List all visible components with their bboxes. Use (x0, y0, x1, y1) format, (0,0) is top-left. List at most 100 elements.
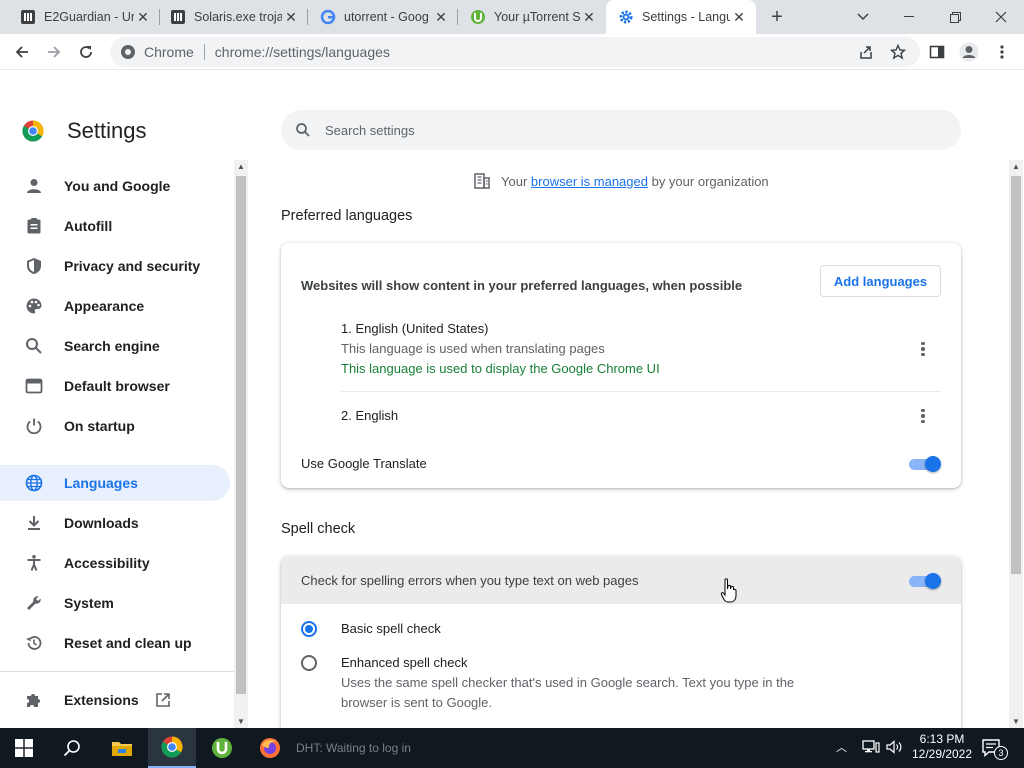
profile-button[interactable] (957, 40, 981, 64)
sidebar-item-reset[interactable]: Reset and clean up (0, 625, 230, 661)
share-button[interactable] (854, 40, 878, 64)
side-panel-button[interactable] (925, 40, 949, 64)
sidebar-item-default-browser[interactable]: Default browser (0, 368, 230, 404)
language-name: 2. English (341, 408, 399, 423)
close-window-button[interactable] (978, 0, 1024, 34)
firefox-taskbar-button[interactable] (246, 728, 294, 768)
sidebar-item-privacy[interactable]: Privacy and security (0, 248, 230, 284)
sidebar-item-downloads[interactable]: Downloads (0, 505, 230, 541)
tab-solaris[interactable]: Solaris.exe troja ✕ (158, 0, 308, 34)
scroll-thumb[interactable] (236, 176, 246, 694)
chrome-logo-icon (22, 120, 44, 142)
scroll-thumb[interactable] (1011, 176, 1021, 574)
tab-e2guardian[interactable]: E2Guardian - Ur ✕ (8, 0, 160, 34)
windows-icon (15, 739, 33, 757)
close-icon[interactable]: ✕ (282, 9, 300, 26)
sidebar-scrollbar[interactable]: ▲ ▼ (234, 160, 248, 728)
sidebar-item-label: Reset and clean up (64, 635, 192, 651)
add-languages-button[interactable]: Add languages (820, 265, 941, 297)
search-input[interactable] (325, 122, 925, 138)
share-icon (860, 46, 872, 59)
star-icon (890, 44, 906, 60)
close-icon[interactable]: ✕ (580, 9, 598, 26)
forward-button[interactable] (42, 40, 66, 64)
close-icon[interactable]: ✕ (134, 9, 152, 26)
hand-cursor-icon (720, 578, 737, 603)
sidebar-item-you-and-google[interactable]: You and Google (0, 168, 230, 204)
puzzle-icon (24, 690, 44, 710)
tab-title: Solaris.exe troja (194, 10, 282, 24)
tab-title: utorrent - Goog (344, 10, 429, 24)
tab-settings[interactable]: Settings - Langu ✕ (606, 0, 756, 34)
tab-search-button[interactable] (840, 0, 886, 34)
shield-icon (24, 256, 44, 276)
sidebar-item-languages[interactable]: Languages (0, 465, 230, 501)
spell-check-toggle[interactable] (909, 573, 941, 589)
spell-check-card: Check for spelling errors when you type … (281, 556, 961, 736)
utorrent-taskbar-button[interactable] (198, 728, 246, 768)
folder-icon (112, 742, 132, 756)
utorrent-icon (212, 738, 232, 758)
reload-icon (80, 46, 92, 58)
tray-chevron-icon[interactable]: ︿ (836, 739, 847, 755)
tab-title: Your µTorrent S (494, 10, 580, 24)
sidebar-item-label: You and Google (64, 178, 171, 194)
utorrent-status-text: DHT: Waiting to log in (296, 741, 411, 755)
google-translate-label: Use Google Translate (301, 456, 427, 471)
sidebar-item-system[interactable]: System (0, 585, 230, 621)
back-button[interactable] (10, 40, 34, 64)
language-more-button[interactable] (911, 337, 935, 361)
reload-button[interactable] (74, 40, 98, 64)
tab-utorrent[interactable]: Your µTorrent S ✕ (458, 0, 606, 34)
network-icon[interactable] (862, 740, 880, 757)
search-button[interactable] (48, 728, 96, 768)
start-button[interactable] (0, 728, 48, 768)
enhanced-spell-check-radio[interactable] (301, 655, 317, 671)
tab-strip: E2Guardian - Ur ✕ Solaris.exe troja ✕ ut… (0, 0, 1024, 34)
address-bar[interactable]: Chrome chrome://settings/languages (110, 37, 920, 67)
google-icon (320, 9, 336, 25)
main-scrollbar[interactable]: ▲ ▼ (1009, 160, 1023, 728)
basic-spell-check-label: Basic spell check (341, 621, 441, 636)
sidebar-item-on-startup[interactable]: On startup (0, 408, 230, 444)
google-translate-toggle[interactable] (909, 456, 941, 472)
sidebar-item-search-engine[interactable]: Search engine (0, 328, 230, 364)
chrome-icon (161, 736, 183, 758)
file-explorer-button[interactable] (98, 728, 146, 768)
managed-link[interactable]: browser is managed (531, 174, 648, 189)
enhanced-description-2: browser is sent to Google. (341, 695, 493, 710)
language-more-button[interactable] (911, 404, 935, 428)
minimize-icon (904, 16, 914, 17)
power-icon (24, 416, 44, 436)
clock[interactable]: 6:13 PM 12/29/2022 (909, 732, 975, 762)
enhanced-description: Uses the same spell checker that's used … (341, 675, 795, 690)
tab-utorrent-search[interactable]: utorrent - Goog ✕ (308, 0, 458, 34)
sidebar-item-extensions[interactable]: Extensions (0, 682, 230, 718)
restore-button[interactable] (932, 0, 978, 34)
sidebar-item-accessibility[interactable]: Accessibility (0, 545, 230, 581)
basic-spell-check-radio[interactable] (301, 621, 317, 637)
volume-icon[interactable] (886, 740, 904, 757)
chrome-taskbar-button[interactable] (148, 728, 196, 768)
browser-icon (24, 376, 44, 396)
sidebar-item-autofill[interactable]: Autofill (0, 208, 230, 244)
new-tab-button[interactable]: + (760, 0, 794, 34)
close-icon[interactable]: ✕ (432, 9, 450, 26)
language-sub: This language is used when translating p… (341, 341, 605, 356)
menu-button[interactable] (990, 40, 1014, 64)
kebab-menu-icon (1000, 45, 1004, 59)
minimize-button[interactable] (886, 0, 932, 34)
managed-notice: Your browser is managed by your organiza… (473, 172, 769, 190)
gear-icon (619, 10, 633, 24)
sidebar-item-appearance[interactable]: Appearance (0, 288, 230, 324)
chevron-down-icon (857, 13, 869, 21)
browser-toolbar: Chrome chrome://settings/languages (0, 34, 1024, 70)
taskbar: DHT: Waiting to log in ︿ 6:13 PM 12/29/2… (0, 728, 1024, 768)
document-icon (171, 10, 185, 24)
history-icon (24, 633, 44, 653)
settings-search[interactable] (281, 110, 961, 150)
bookmark-button[interactable] (886, 40, 910, 64)
close-icon[interactable]: ✕ (730, 9, 748, 26)
notifications-button[interactable]: 3 (982, 738, 1008, 761)
open-in-new-icon (155, 692, 171, 708)
